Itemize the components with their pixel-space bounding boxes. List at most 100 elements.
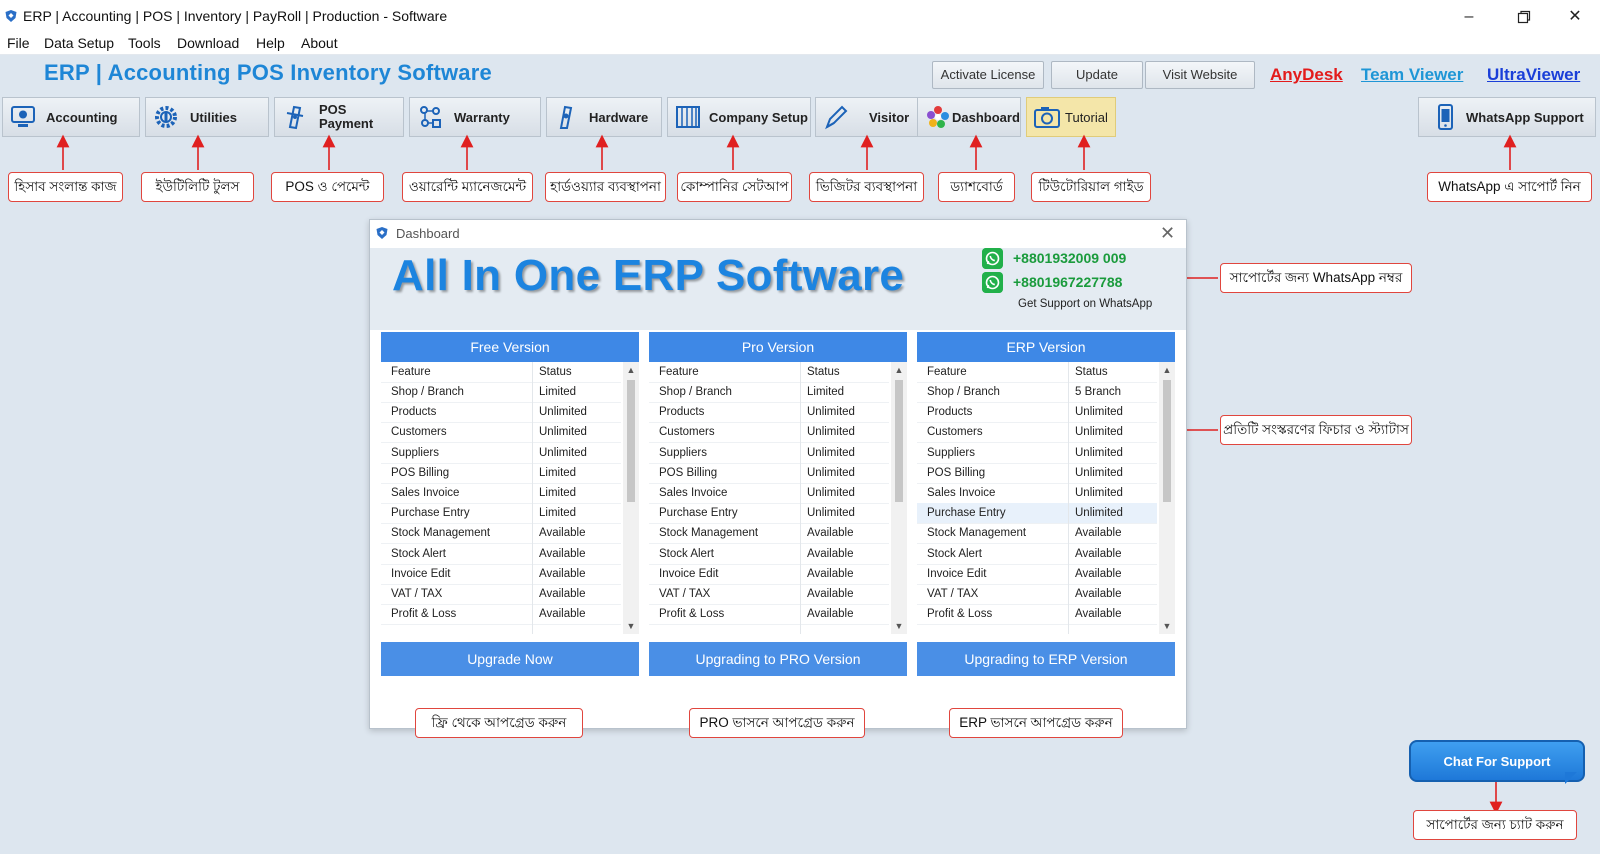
toolbar-warranty-label: Warranty (454, 110, 510, 125)
feature-cell: Customers (659, 426, 715, 439)
people-network-icon (420, 106, 441, 128)
table-row[interactable]: Suppliers Unlimited (649, 443, 889, 464)
table-row[interactable]: VAT / TAX Available (917, 584, 1157, 605)
barcode-scanner-icon (559, 105, 573, 129)
menu-download[interactable]: Download (177, 34, 239, 52)
column-header-status: Status (539, 366, 572, 378)
scroll-up-icon[interactable]: ▲ (891, 362, 907, 378)
toolbar-warranty-button[interactable]: Warranty (409, 97, 541, 137)
table-row[interactable]: Customers Unlimited (917, 422, 1157, 444)
table-row[interactable]: POS Billing Unlimited (649, 463, 889, 484)
upgrade-button-erp[interactable]: Upgrading to ERP Version (917, 642, 1175, 676)
vertical-scrollbar[interactable]: ▲ ▼ (891, 362, 907, 634)
team-viewer-link[interactable]: Team Viewer (1361, 65, 1463, 85)
table-row[interactable]: Suppliers Unlimited (917, 443, 1157, 464)
vertical-scrollbar[interactable]: ▲ ▼ (1159, 362, 1175, 634)
scroll-thumb[interactable] (1163, 380, 1171, 502)
table-row[interactable]: Stock Management Available (381, 523, 621, 545)
chat-for-support-button[interactable]: Chat For Support (1409, 740, 1585, 782)
table-row[interactable]: POS Billing Unlimited (917, 463, 1157, 484)
upgrade-button-pro[interactable]: Upgrading to PRO Version (649, 642, 907, 676)
column-header-feature: Feature (391, 366, 431, 378)
feature-cell: VAT / TAX (391, 588, 443, 600)
scroll-thumb[interactable] (627, 380, 635, 502)
table-row[interactable]: Profit & Loss Available (649, 604, 889, 626)
status-cell: Unlimited (539, 426, 587, 439)
table-row[interactable]: Purchase Entry Unlimited (649, 503, 889, 525)
toolbar-utilities-button[interactable]: Utilities (145, 97, 269, 137)
scroll-down-icon[interactable]: ▼ (1159, 618, 1175, 634)
table-row[interactable]: Sales Invoice Unlimited (649, 483, 889, 504)
close-icon[interactable]: ✕ (1552, 4, 1598, 30)
table-row[interactable]: Customers Unlimited (649, 422, 889, 444)
table-row[interactable]: Stock Alert Available (649, 544, 889, 565)
toolbar-tutorial-button[interactable]: Tutorial (1026, 97, 1116, 137)
table-row[interactable]: Stock Management Available (917, 523, 1157, 545)
visit-website-button[interactable]: Visit Website (1145, 61, 1255, 89)
table-row[interactable]: Profit & Loss Available (917, 604, 1157, 626)
table-row[interactable]: Profit & Loss Available (381, 604, 621, 626)
table-row[interactable]: Invoice Edit Available (381, 564, 621, 585)
toolbar-dashboard-button[interactable]: Dashboard (917, 97, 1021, 137)
menu-data-setup[interactable]: Data Setup (44, 34, 114, 52)
vertical-scrollbar[interactable]: ▲ ▼ (623, 362, 639, 634)
feature-cell: Shop / Branch (659, 386, 732, 398)
toolbar-hardware-button[interactable]: Hardware (546, 97, 662, 137)
version-panel-pro: Pro Version Feature Status Shop / Branch Lim… (649, 332, 907, 676)
feature-cell: Profit & Loss (659, 608, 725, 621)
scroll-up-icon[interactable]: ▲ (1159, 362, 1175, 378)
table-row[interactable]: Sales Invoice Limited (381, 483, 621, 504)
toolbar-accounting-button[interactable]: Accounting (2, 97, 140, 137)
feature-cell: Stock Alert (927, 547, 982, 560)
table-row[interactable]: Stock Alert Available (917, 544, 1157, 565)
scroll-down-icon[interactable]: ▼ (623, 618, 639, 634)
feature-cell: Sales Invoice (391, 487, 460, 499)
table-row[interactable]: Sales Invoice Unlimited (917, 483, 1157, 504)
table-row[interactable]: Shop / Branch Limited (649, 382, 889, 403)
menu-tools[interactable]: Tools (128, 34, 161, 52)
status-cell: Unlimited (807, 466, 855, 479)
table-row[interactable]: VAT / TAX Available (649, 584, 889, 605)
status-cell: Unlimited (1075, 446, 1123, 459)
activate-license-button[interactable]: Activate License (932, 61, 1044, 89)
status-cell: Available (539, 608, 586, 621)
status-cell: Unlimited (1075, 406, 1123, 419)
toolbar-pos-payment-button[interactable]: POS Payment (274, 97, 404, 137)
upgrade-button-free[interactable]: Upgrade Now (381, 642, 639, 676)
restore-icon[interactable] (1501, 4, 1547, 30)
dialog-banner: All In One ERP Software +8801932009 009 … (370, 248, 1186, 330)
table-row[interactable]: VAT / TAX Available (381, 584, 621, 605)
table-row[interactable]: Products Unlimited (649, 402, 889, 424)
table-row[interactable]: Customers Unlimited (381, 422, 621, 444)
table-row[interactable]: Purchase Entry Unlimited (917, 503, 1157, 525)
menu-help[interactable]: Help (256, 34, 285, 52)
anydesk-link[interactable]: AnyDesk (1270, 65, 1343, 85)
table-row[interactable]: Invoice Edit Available (917, 564, 1157, 585)
status-cell: Unlimited (807, 406, 855, 419)
table-row[interactable]: Shop / Branch 5 Branch (917, 382, 1157, 403)
ultraviewer-link[interactable]: UltraViewer (1487, 65, 1580, 85)
table-row[interactable]: Products Unlimited (381, 402, 621, 424)
scroll-up-icon[interactable]: ▲ (623, 362, 639, 378)
toolbar-visitor-button[interactable]: Visitor (815, 97, 921, 137)
table-row[interactable]: Invoice Edit Available (649, 564, 889, 585)
menu-about[interactable]: About (301, 34, 338, 52)
table-row[interactable]: Suppliers Unlimited (381, 443, 621, 464)
toolbar-whatsapp-support-button[interactable]: WhatsApp Support (1418, 97, 1596, 137)
dialog-close-icon[interactable]: ✕ (1160, 223, 1175, 244)
menu-file[interactable]: File (7, 34, 30, 52)
table-row[interactable]: POS Billing Limited (381, 463, 621, 484)
status-cell: Available (1075, 547, 1122, 560)
table-row[interactable]: Shop / Branch Limited (381, 382, 621, 403)
minimize-icon[interactable]: – (1446, 4, 1492, 30)
table-row[interactable]: Stock Alert Available (381, 544, 621, 565)
status-cell: Available (539, 567, 586, 580)
table-row[interactable]: Purchase Entry Limited (381, 503, 621, 525)
scroll-thumb[interactable] (895, 380, 903, 502)
toolbar-company-setup-button[interactable]: Company Setup (667, 97, 811, 137)
feature-cell: Profit & Loss (391, 608, 457, 621)
table-row[interactable]: Products Unlimited (917, 402, 1157, 424)
scroll-down-icon[interactable]: ▼ (891, 618, 907, 634)
table-row[interactable]: Stock Management Available (649, 523, 889, 545)
update-button[interactable]: Update (1051, 61, 1143, 89)
